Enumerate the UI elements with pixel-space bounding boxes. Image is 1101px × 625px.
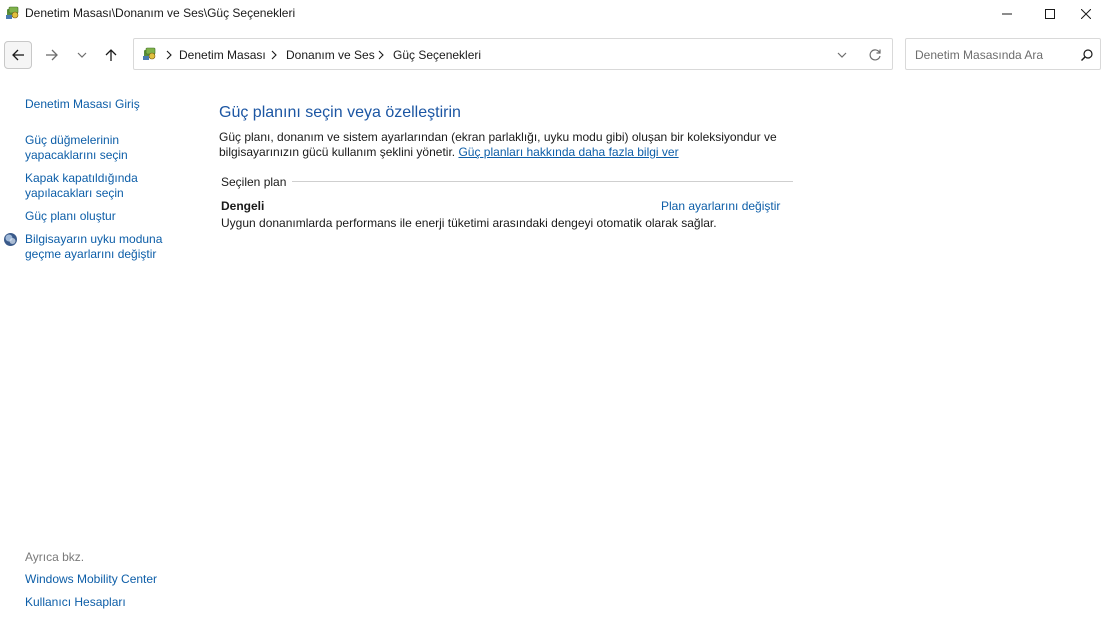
page-description: Güç planı, donanım ve sistem ayarlarında… bbox=[219, 130, 789, 160]
chevron-right-icon bbox=[166, 50, 172, 60]
breadcrumb-item[interactable]: Donanım ve Ses bbox=[286, 48, 375, 62]
title-bar: Denetim Masası\Donanım ve Ses\Güç Seçene… bbox=[0, 0, 1101, 27]
section-label: Seçilen plan bbox=[221, 175, 293, 189]
close-button[interactable] bbox=[1070, 0, 1101, 27]
plan-name: Dengeli bbox=[221, 199, 265, 213]
maximize-icon bbox=[1045, 8, 1055, 19]
back-button[interactable] bbox=[4, 41, 32, 69]
page-title: Güç planını seçin veya özelleştirin bbox=[219, 104, 461, 121]
sidebar-item-control-panel-home[interactable]: Denetim Masası Giriş bbox=[25, 97, 175, 112]
address-dropdown-button[interactable] bbox=[834, 47, 850, 63]
more-info-link[interactable]: Güç planları hakkında daha fazla bilgi v… bbox=[458, 145, 678, 159]
arrow-right-icon bbox=[46, 49, 58, 61]
sidebar-item-lid-close[interactable]: Kapak kapatıldığında yapılacakları seçin bbox=[25, 171, 155, 201]
search-icon[interactable] bbox=[1080, 48, 1094, 62]
section-divider bbox=[221, 181, 793, 182]
up-button[interactable] bbox=[99, 42, 123, 68]
close-icon bbox=[1080, 8, 1091, 19]
see-also-heading: Ayrıca bkz. bbox=[25, 550, 85, 564]
search-box[interactable]: Denetim Masasında Ara bbox=[905, 38, 1101, 70]
chevron-right-icon[interactable] bbox=[269, 48, 279, 62]
change-plan-settings-link[interactable]: Plan ayarlarını değiştir bbox=[661, 199, 780, 213]
refresh-button[interactable] bbox=[866, 46, 884, 64]
minimize-icon bbox=[1002, 13, 1012, 14]
recent-locations-button[interactable] bbox=[70, 42, 94, 68]
chevron-right-icon[interactable] bbox=[376, 48, 386, 62]
chevron-down-icon bbox=[77, 52, 87, 58]
navigation-bar: Denetim Masası Donanım ve Ses Güç Seçene… bbox=[0, 38, 1101, 72]
search-placeholder[interactable]: Denetim Masasında Ara bbox=[915, 48, 1043, 62]
forward-button[interactable] bbox=[40, 42, 64, 68]
sidebar-item-power-buttons[interactable]: Güç düğmelerinin yapacaklarını seçin bbox=[25, 133, 145, 163]
arrow-up-icon bbox=[105, 49, 117, 61]
control-panel-icon bbox=[6, 6, 19, 19]
shield-icon bbox=[4, 233, 17, 246]
maximize-button[interactable] bbox=[1027, 0, 1073, 27]
refresh-icon bbox=[869, 49, 881, 61]
breadcrumb-item[interactable]: Güç Seçenekleri bbox=[393, 48, 481, 62]
plan-description: Uygun donanımlarda performans ile enerji… bbox=[221, 216, 717, 230]
address-bar[interactable]: Denetim Masası Donanım ve Ses Güç Seçene… bbox=[133, 38, 893, 70]
minimize-button[interactable] bbox=[984, 0, 1030, 27]
chevron-down-icon bbox=[837, 52, 847, 58]
window-title: Denetim Masası\Donanım ve Ses\Güç Seçene… bbox=[25, 6, 296, 20]
see-also-item-user-accounts[interactable]: Kullanıcı Hesapları bbox=[25, 595, 175, 610]
see-also-item-mobility-center[interactable]: Windows Mobility Center bbox=[25, 572, 175, 587]
control-panel-icon bbox=[143, 47, 156, 60]
sidebar-item-sleep-settings[interactable]: Bilgisayarın uyku moduna geçme ayarların… bbox=[25, 232, 170, 262]
sidebar-item-create-plan[interactable]: Güç planı oluştur bbox=[25, 209, 175, 224]
breadcrumb-item[interactable]: Denetim Masası bbox=[179, 48, 266, 62]
arrow-left-icon bbox=[12, 49, 24, 61]
